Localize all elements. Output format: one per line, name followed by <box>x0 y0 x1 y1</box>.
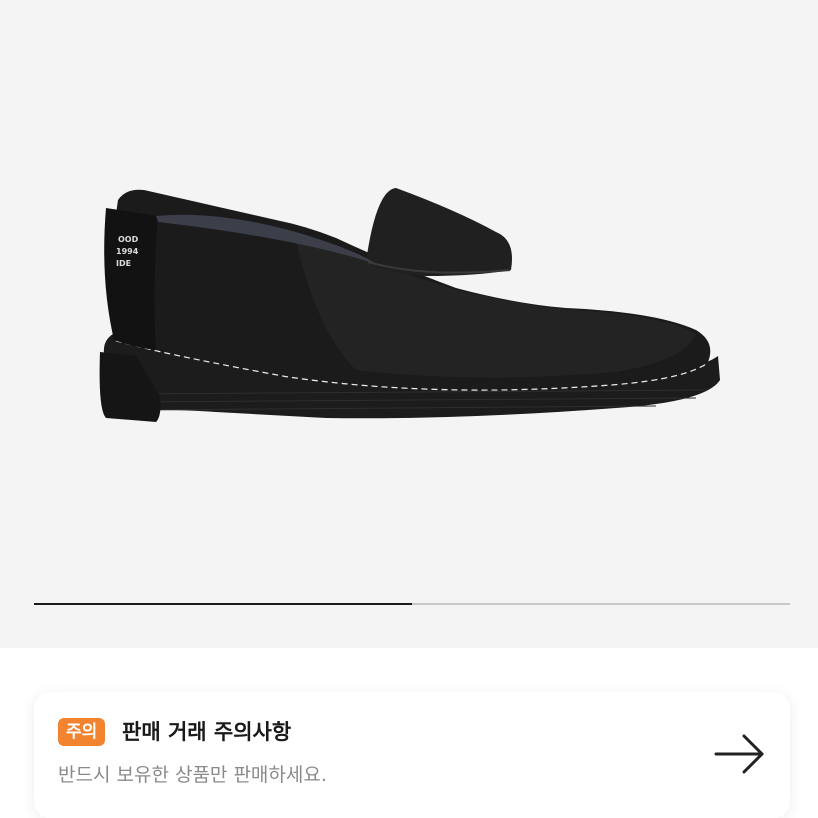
arrow-right-icon[interactable] <box>712 732 768 776</box>
heel-print-line-3: IDE <box>116 259 131 268</box>
gallery-progress-fill <box>34 603 412 605</box>
sale-notice-card[interactable]: 주의 판매 거래 주의사항 반드시 보유한 상품만 판매하세요. <box>34 692 790 818</box>
heel-print-line-2: 1994 <box>116 247 139 256</box>
product-image-area[interactable]: OOD 1994 IDE <box>0 0 818 648</box>
gallery-progress-track <box>34 603 790 605</box>
notice-badge: 주의 <box>58 718 106 746</box>
notice-title: 판매 거래 주의사항 <box>122 720 292 744</box>
heel-print-line-1: OOD <box>118 235 139 244</box>
product-image: OOD 1994 IDE <box>99 188 720 422</box>
notice-subtitle: 반드시 보유한 상품만 판매하세요. <box>58 764 327 786</box>
